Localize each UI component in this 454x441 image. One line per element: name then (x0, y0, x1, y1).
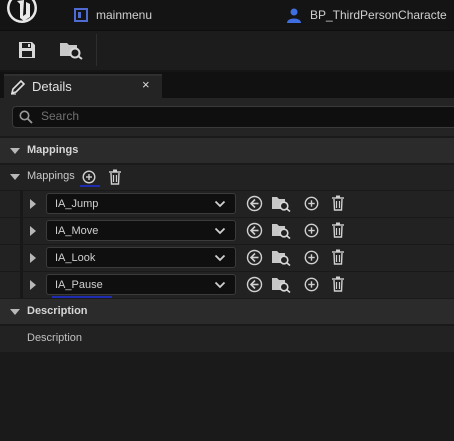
plus-circle-icon (304, 196, 319, 211)
action-value: IA_Jump (55, 198, 99, 210)
clear-mappings-button[interactable] (108, 169, 122, 185)
tab-details[interactable]: Details × (4, 74, 162, 98)
description-property-label: Description (27, 332, 83, 344)
category-description[interactable]: Description (0, 298, 454, 324)
use-selected-button[interactable] (246, 222, 263, 239)
arrow-left-circle-icon (246, 276, 263, 293)
plus-circle-icon (304, 277, 319, 292)
tab-label: mainmenu (96, 8, 153, 22)
delete-button[interactable] (331, 249, 345, 265)
search-placeholder: Search (41, 109, 80, 123)
use-selected-button[interactable] (246, 276, 263, 293)
browse-folder-icon (59, 40, 83, 60)
pencil-icon (10, 79, 26, 95)
tab-label: Details (32, 79, 72, 94)
save-button[interactable] (16, 40, 38, 60)
action-combo[interactable]: IA_Pause (46, 274, 236, 295)
plus-circle-icon (304, 250, 319, 265)
action-combo[interactable]: IA_Jump (46, 193, 236, 214)
use-selected-button[interactable] (246, 195, 263, 212)
add-mapping-button[interactable] (82, 170, 96, 184)
tab-blueprint[interactable]: BP_ThirdPersonCharacte (286, 6, 447, 24)
browse-button[interactable] (58, 39, 84, 61)
row-indent (20, 190, 23, 217)
browse-folder-icon (271, 249, 291, 266)
mappings-property-label: Mappings (27, 170, 75, 182)
chevron-down-icon (214, 226, 226, 236)
search-icon (19, 110, 33, 124)
trash-icon (331, 276, 345, 292)
chevron-right-icon[interactable] (30, 199, 36, 209)
person-icon (286, 7, 302, 23)
level-icon (74, 8, 88, 22)
category-label: Mappings (27, 144, 79, 156)
plus-circle-icon (304, 223, 319, 238)
browse-folder-icon (271, 222, 291, 239)
browse-folder-icon (271, 276, 291, 293)
save-icon (18, 41, 36, 59)
action-combo[interactable]: IA_Look (46, 247, 236, 268)
delete-button[interactable] (331, 222, 345, 238)
chevron-down-icon[interactable] (10, 148, 20, 154)
chevron-down-icon (214, 253, 226, 263)
browse-asset-button[interactable] (271, 276, 291, 293)
category-mappings[interactable]: Mappings (0, 137, 454, 163)
action-combo[interactable]: IA_Move (46, 220, 236, 241)
row-indent (20, 217, 23, 244)
tab-mainmenu[interactable]: mainmenu (74, 6, 152, 24)
chevron-right-icon[interactable] (30, 280, 36, 290)
category-label: Description (27, 305, 88, 317)
trash-icon (331, 249, 345, 265)
browse-asset-button[interactable] (271, 222, 291, 239)
arrow-left-circle-icon (246, 249, 263, 266)
chevron-right-icon[interactable] (30, 253, 36, 263)
chevron-down-icon[interactable] (10, 174, 20, 180)
row-indent (20, 244, 23, 271)
chevron-down-icon (214, 280, 226, 290)
focus-underline (80, 185, 100, 187)
action-value: IA_Look (55, 252, 96, 264)
insert-button[interactable] (304, 250, 319, 265)
trash-icon (108, 169, 122, 185)
plus-circle-icon (82, 170, 96, 184)
trash-icon (331, 195, 345, 211)
chevron-down-icon[interactable] (10, 309, 20, 315)
tab-label: BP_ThirdPersonCharacte (310, 8, 447, 22)
browse-asset-button[interactable] (271, 249, 291, 266)
row-indent (20, 271, 23, 298)
delete-button[interactable] (331, 276, 345, 292)
arrow-left-circle-icon (246, 222, 263, 239)
browse-folder-icon (271, 195, 291, 212)
close-icon[interactable]: × (142, 77, 150, 92)
chevron-right-icon[interactable] (30, 226, 36, 236)
insert-button[interactable] (304, 277, 319, 292)
insert-button[interactable] (304, 196, 319, 211)
use-selected-button[interactable] (246, 249, 263, 266)
trash-icon (331, 222, 345, 238)
unreal-logo-icon[interactable] (6, 0, 44, 30)
action-value: IA_Pause (55, 279, 103, 291)
action-value: IA_Move (55, 225, 99, 237)
toolbar-divider (96, 34, 97, 66)
chevron-down-icon (214, 199, 226, 209)
delete-button[interactable] (331, 195, 345, 211)
insert-button[interactable] (304, 223, 319, 238)
browse-asset-button[interactable] (271, 195, 291, 212)
arrow-left-circle-icon (246, 195, 263, 212)
